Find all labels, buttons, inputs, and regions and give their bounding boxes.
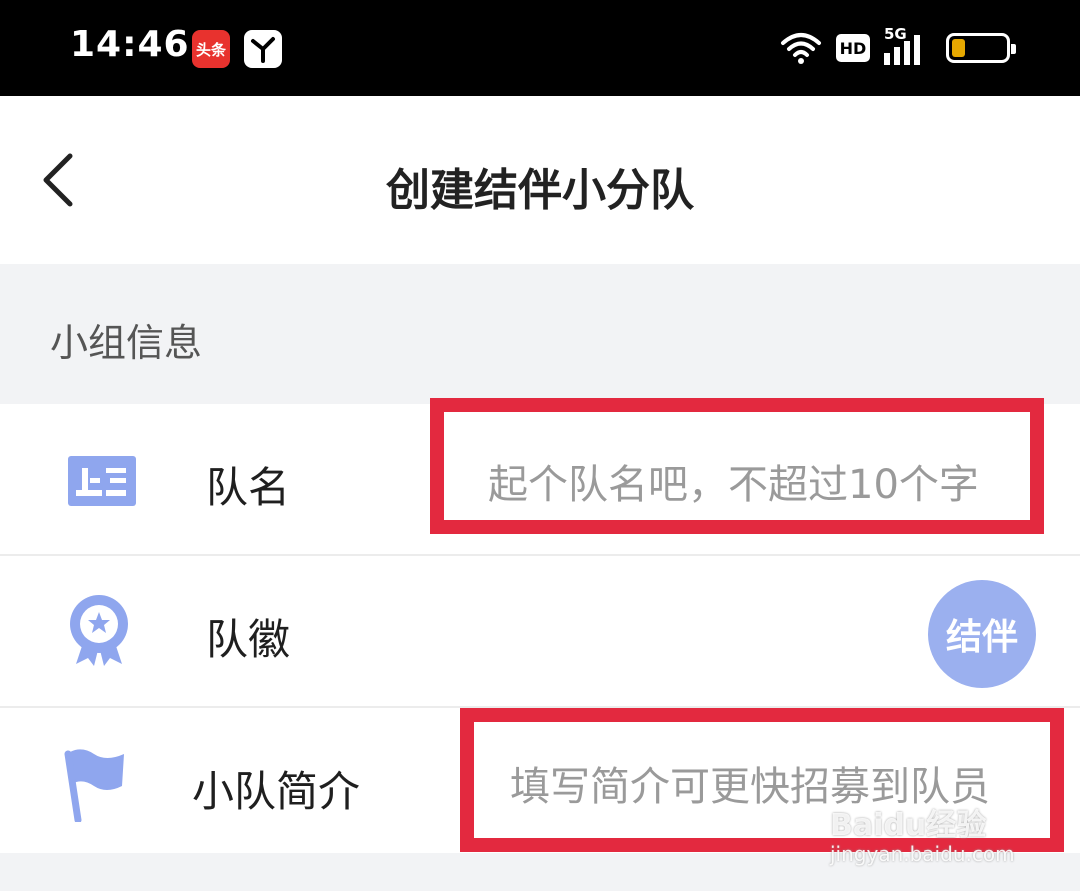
team-badge-label: 队徽 — [206, 615, 291, 664]
team-name-row: 队名 — [0, 404, 1080, 556]
team-name-input[interactable] — [488, 456, 1028, 514]
status-time: 14:46 — [70, 24, 190, 65]
wifi-icon — [781, 33, 821, 64]
status-icons: HD 5G — [780, 25, 1016, 68]
fan-app-icon — [244, 30, 282, 68]
signal-icon: 5G — [884, 25, 932, 67]
page-title: 创建结伴小分队 — [386, 165, 694, 216]
medal-icon — [70, 595, 128, 666]
status-bar: 14:46 头条 HD 5G — [0, 0, 1080, 96]
watermark-url: jingyan.baidu.com — [830, 842, 1015, 866]
hd-icon: HD — [836, 34, 870, 62]
team-badge-row[interactable]: 队徽 结伴 — [0, 556, 1080, 708]
team-badge-text: 结伴 — [945, 617, 1018, 658]
flag-icon — [64, 749, 124, 822]
battery-icon — [946, 33, 1016, 63]
section-header: 小组信息 — [0, 264, 1080, 404]
toutiao-app-label: 头条 — [195, 40, 226, 59]
hd-label: HD — [839, 38, 867, 58]
battery-level — [952, 39, 965, 57]
toutiao-app-icon: 头条 — [192, 30, 230, 68]
team-intro-label: 小队简介 — [192, 767, 361, 816]
team-badge-avatar[interactable]: 结伴 — [928, 580, 1036, 688]
nav-bar: 创建结伴小分队 — [0, 96, 1080, 264]
section-title: 小组信息 — [50, 321, 203, 365]
watermark-logo: Baidu经验 — [830, 808, 987, 843]
id-card-icon — [68, 456, 136, 506]
team-name-label: 队名 — [206, 463, 291, 512]
